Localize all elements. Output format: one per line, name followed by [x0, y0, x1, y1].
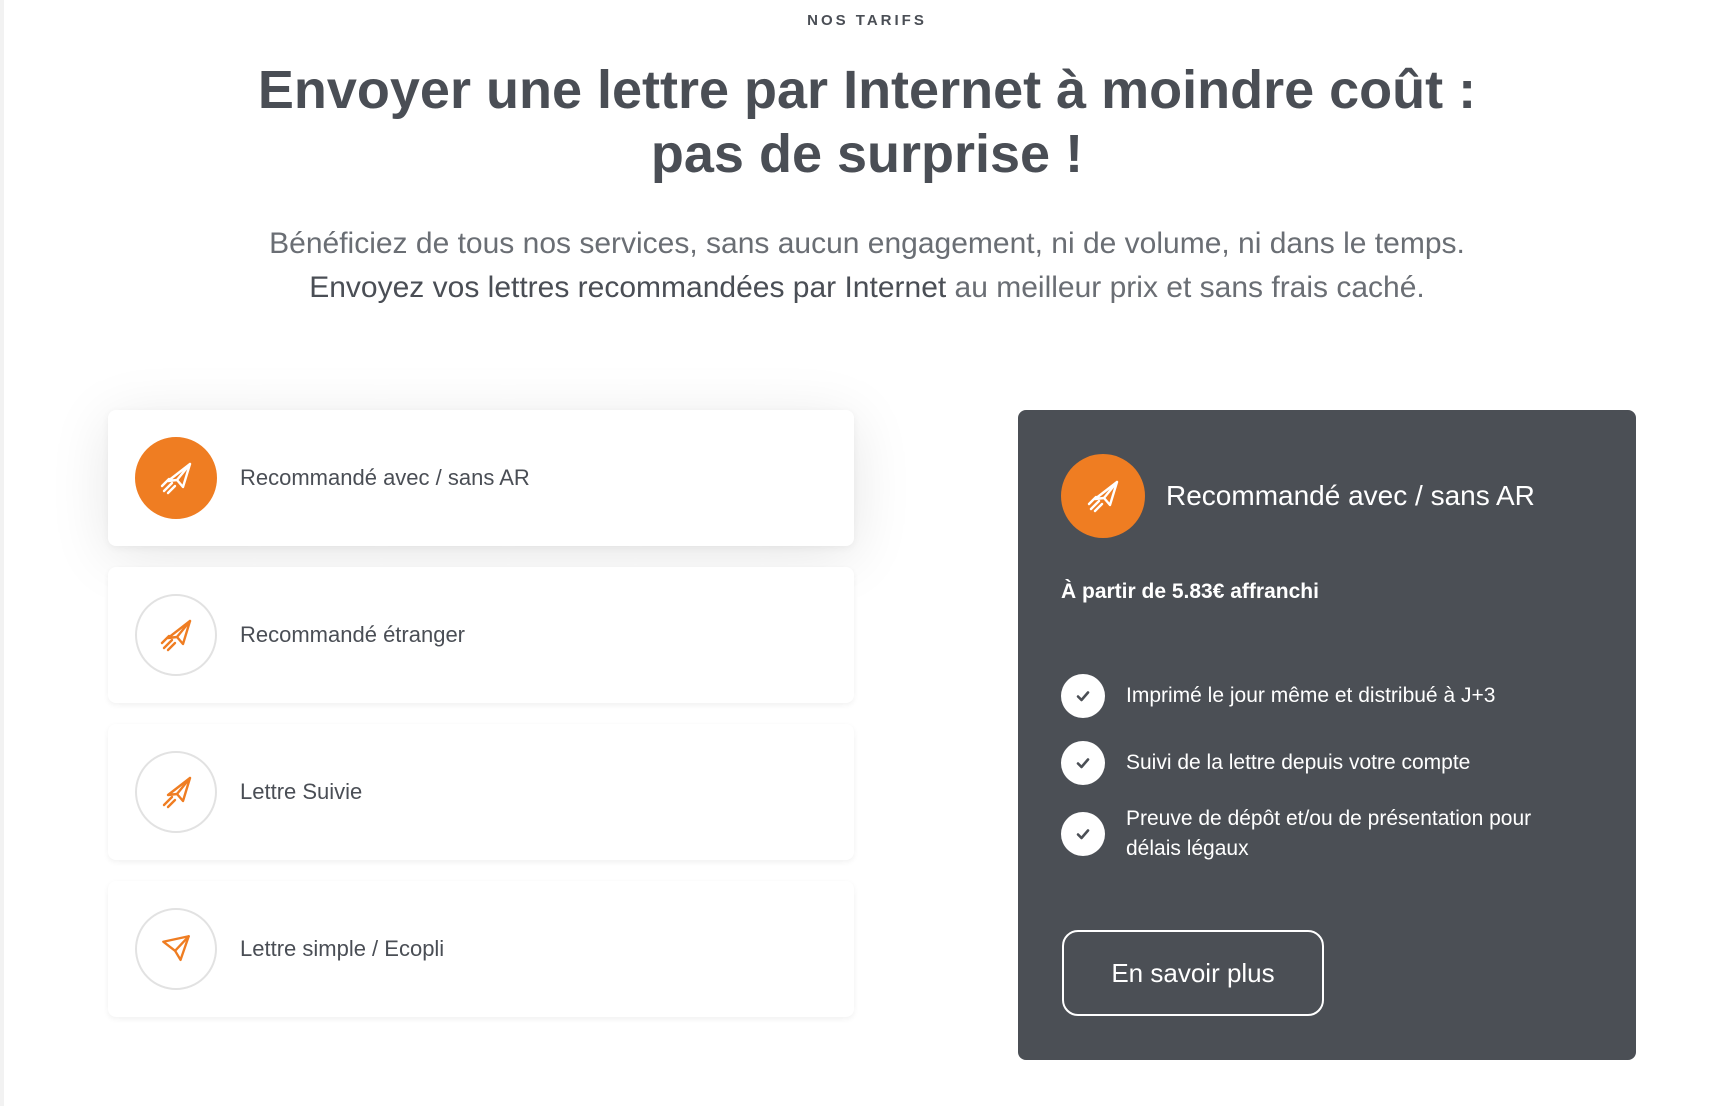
offer-title: Recommandé avec / sans AR: [1166, 480, 1535, 511]
subtitle-line-2-rest: au meilleur prix et sans frais caché.: [946, 271, 1425, 304]
feature-text: Imprimé le jour même et distribué à J+3: [1126, 684, 1496, 707]
rocket-icon: [135, 437, 217, 519]
feature-item: Suivi de la lettre depuis votre compte: [1061, 741, 1601, 785]
rocket-icon: [135, 594, 217, 676]
offer-detail-panel: Recommandé avec / sans AR À partir de 5.…: [1018, 410, 1636, 1060]
title-line-2: pas de surprise !: [650, 124, 1084, 184]
check-icon: [1061, 812, 1105, 856]
section-subtitle: Bénéficiez de tous nos services, sans au…: [170, 222, 1564, 310]
check-icon: [1061, 741, 1105, 785]
left-edge-divider: [0, 0, 4, 1106]
feature-text: Preuve de dépôt et/ou de présentation po…: [1126, 807, 1532, 860]
option-card-recommande[interactable]: Recommandé avec / sans AR: [108, 410, 854, 546]
section-eyebrow: NOS TARIFS: [807, 12, 927, 29]
offer-price: À partir de 5.83€ affranchi: [1061, 580, 1319, 603]
subtitle-line-1: Bénéficiez de tous nos services, sans au…: [269, 227, 1465, 260]
feature-item: Imprimé le jour même et distribué à J+3: [1061, 674, 1601, 718]
subtitle-highlight: Envoyez vos lettres recommandées par Int…: [309, 271, 947, 304]
title-line-1: Envoyer une lettre par Internet à moindr…: [257, 60, 1477, 120]
feature-item: Preuve de dépôt et/ou de présentation po…: [1061, 804, 1601, 864]
paper-plane-icon: [135, 908, 217, 990]
option-card-lettre-simple[interactable]: Lettre simple / Ecopli: [108, 881, 854, 1017]
rocket-icon: [1061, 454, 1145, 538]
learn-more-button[interactable]: En savoir plus: [1062, 930, 1324, 1016]
option-label: Recommandé avec / sans AR: [240, 465, 530, 490]
rocket-icon: [135, 751, 217, 833]
section-title: Envoyer une lettre par Internet à moindr…: [170, 58, 1564, 186]
option-label: Lettre Suivie: [240, 779, 363, 804]
check-icon: [1061, 674, 1105, 718]
pricing-section: NOS TARIFS Envoyer une lettre par Intern…: [0, 0, 1734, 1106]
option-label: Recommandé étranger: [240, 622, 466, 647]
option-label: Lettre simple / Ecopli: [240, 936, 445, 961]
option-card-lettre-suivie[interactable]: Lettre Suivie: [108, 724, 854, 860]
option-card-etranger[interactable]: Recommandé étranger: [108, 567, 854, 703]
feature-text: Suivi de la lettre depuis votre compte: [1126, 751, 1471, 774]
